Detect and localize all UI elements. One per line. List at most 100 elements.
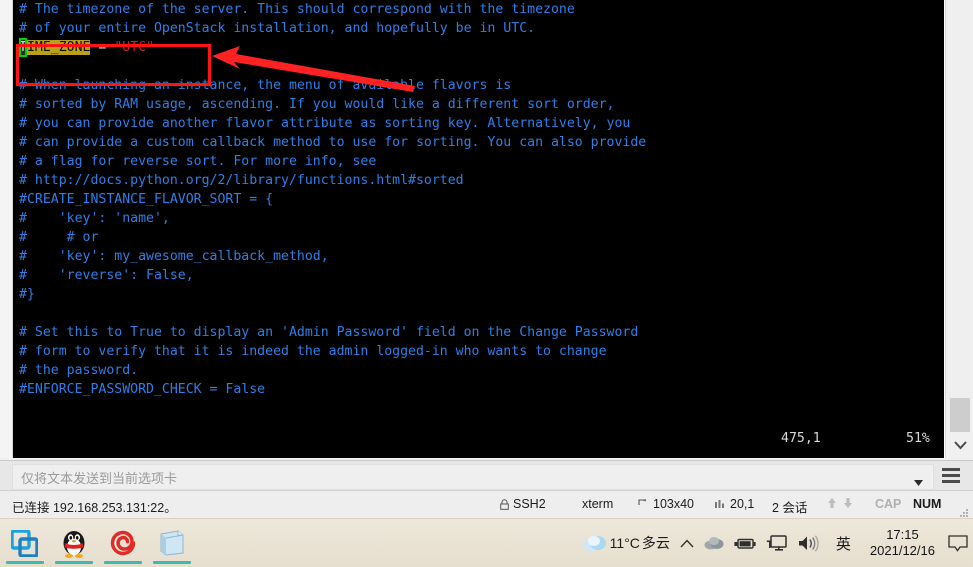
xshell-window: # The timezone of the server. This shoul… (0, 0, 973, 519)
terminal-line: # the password. (13, 361, 944, 380)
terminal-text: #CREATE_INSTANCE_FLAVOR_SORT = { (19, 192, 274, 207)
terminal-text: # 'reverse': False, (19, 268, 194, 283)
terminal-line: # sorted by RAM usage, ascending. If you… (13, 95, 944, 114)
terminal-line: # 'key': 'name', (13, 209, 944, 228)
desktop-screen: # The timezone of the server. This shoul… (0, 0, 973, 567)
taskbar-item-vmware-workstation[interactable] (0, 520, 49, 566)
send-command-input[interactable]: 仅将文本发送到当前选项卡 (12, 464, 934, 490)
terminal-text: # the password. (19, 363, 139, 378)
window-resize-grip[interactable] (960, 509, 969, 517)
terminal-text: # a flag for reverse sort. For more info… (19, 154, 377, 169)
cloud-sync-icon (704, 537, 724, 550)
status-protocol: SSH2 (500, 497, 546, 511)
terminal-text: # 'key': 'name', (19, 211, 170, 226)
terminal-line: # 'reverse': False, (13, 266, 944, 285)
vmware-icon (11, 529, 38, 557)
status-session-count: 2 会话 (772, 501, 808, 515)
vim-status-line: 475,1 51% (13, 429, 944, 451)
terminal-text: # you can provide another flavor attribu… (19, 116, 631, 131)
terminal-text: = (90, 40, 115, 55)
speaker-icon (798, 534, 819, 552)
terminal-line (13, 304, 944, 323)
terminal-cursor: T (19, 38, 27, 57)
scrollbar-track[interactable] (949, 0, 971, 432)
terminal-line: # Set this to True to display an 'Admin … (13, 323, 944, 342)
terminal-left-margin (0, 0, 13, 458)
system-tray: 11°C 多云 英 17:15 2021/12/16 (577, 519, 973, 567)
vim-scroll-percent: 51% (906, 431, 930, 446)
terminal-text: # of your entire OpenStack installation,… (19, 21, 536, 36)
terminal-text: #} (19, 287, 35, 302)
status-transfer-arrows (827, 497, 859, 509)
tray-weather[interactable]: 11°C 多云 (577, 519, 675, 567)
chevron-down-icon[interactable] (914, 473, 923, 491)
chevron-up-icon (680, 538, 694, 547)
taskbar-item-qq-messenger[interactable] (49, 520, 98, 566)
lock-icon (500, 498, 509, 510)
terminal-area: # The timezone of the server. This shoul… (0, 0, 973, 458)
terminal-line: # form to verify that it is indeed the a… (13, 342, 944, 361)
terminal-text: # When launching an instance, the menu o… (19, 78, 512, 93)
terminal-line: #} (13, 285, 944, 304)
scrollbar-thumb[interactable] (950, 398, 970, 432)
tray-clock[interactable]: 17:15 2021/12/16 (862, 519, 943, 567)
notification-icon (948, 534, 968, 552)
scrollbar-down-button[interactable] (949, 432, 971, 458)
terminal-line: # When launching an instance, the menu o… (13, 76, 944, 95)
terminal-text: #ENFORCE_PASSWORD_CHECK = False (19, 382, 266, 397)
taskbar-running-indicator (104, 561, 142, 564)
tray-temperature: 11°C (609, 535, 640, 551)
terminal-text: # http://docs.python.org/2/library/funct… (19, 173, 464, 188)
tray-overflow-button[interactable] (675, 519, 699, 567)
taskbar-item-notepad-editor[interactable] (147, 520, 196, 566)
tray-notifications-button[interactable] (943, 519, 973, 567)
xshell-icon (110, 530, 135, 556)
status-num-lock: NUM (913, 497, 942, 511)
terminal-line: # 'key': my_awesome_callback_method, (13, 247, 944, 266)
terminal-text: # # or (19, 230, 99, 245)
chevron-down-icon (953, 440, 967, 449)
battery-icon (734, 538, 756, 549)
tray-network[interactable] (761, 519, 793, 567)
send-command-placeholder: 仅将文本发送到当前选项卡 (21, 471, 178, 486)
tray-onedrive[interactable] (699, 519, 729, 567)
terminal-text: # Set this to True to display an 'Admin … (19, 325, 639, 340)
terminal-line: # of your entire OpenStack installation,… (13, 19, 944, 38)
terminal-line: #ENFORCE_PASSWORD_CHECK = False (13, 380, 944, 399)
vim-cursor-position: 475,1 (781, 431, 821, 446)
tray-volume[interactable] (793, 519, 825, 567)
tray-ime-label: 英 (835, 535, 851, 553)
terminal-text: # form to verify that it is indeed the a… (19, 344, 607, 359)
terminal-output[interactable]: # The timezone of the server. This shoul… (13, 0, 944, 458)
terminal-text: # can provide a custom callback method t… (19, 135, 647, 150)
status-terminal-size-label: 103x40 (653, 497, 695, 511)
hamburger-menu-icon[interactable] (942, 468, 960, 483)
terminal-scrollbar[interactable] (945, 0, 973, 458)
taskbar-app-list (0, 519, 196, 567)
terminal-line (13, 57, 944, 76)
monitor-network-icon (766, 534, 787, 551)
terminal-line: # a flag for reverse sort. For more info… (13, 152, 944, 171)
status-caps-lock: CAP (875, 497, 902, 511)
upload-download-arrows-icon (828, 498, 852, 508)
terminal-text: # sorted by RAM usage, ascending. If you… (19, 97, 615, 112)
status-emulation: xterm (582, 497, 614, 511)
terminal-text: # The timezone of the server. This shoul… (19, 2, 575, 17)
qq-penguin-icon (63, 531, 84, 558)
connection-status: 已连接 192.168.253.131:22。 (12, 501, 177, 515)
tray-time: 17:15 (886, 526, 919, 542)
tray-battery[interactable] (729, 519, 761, 567)
terminal-line: TIME_ZONE = "UTC" (13, 38, 944, 57)
status-cursor-position-label: 20,1 (730, 497, 755, 511)
status-terminal-size: 103x40 (638, 497, 694, 511)
taskbar-item-xshell[interactable] (98, 520, 147, 566)
send-to-tab-bar: 仅将文本发送到当前选项卡 (0, 460, 973, 491)
terminal-line: # can provide a custom callback method t… (13, 133, 944, 152)
terminal-line: # you can provide another flavor attribu… (13, 114, 944, 133)
windows-taskbar: 11°C 多云 英 17:15 2021/12/16 (0, 518, 973, 567)
taskbar-running-indicator (55, 561, 93, 564)
terminal-line: # http://docs.python.org/2/library/funct… (13, 171, 944, 190)
tray-ime-indicator[interactable]: 英 (825, 519, 862, 567)
